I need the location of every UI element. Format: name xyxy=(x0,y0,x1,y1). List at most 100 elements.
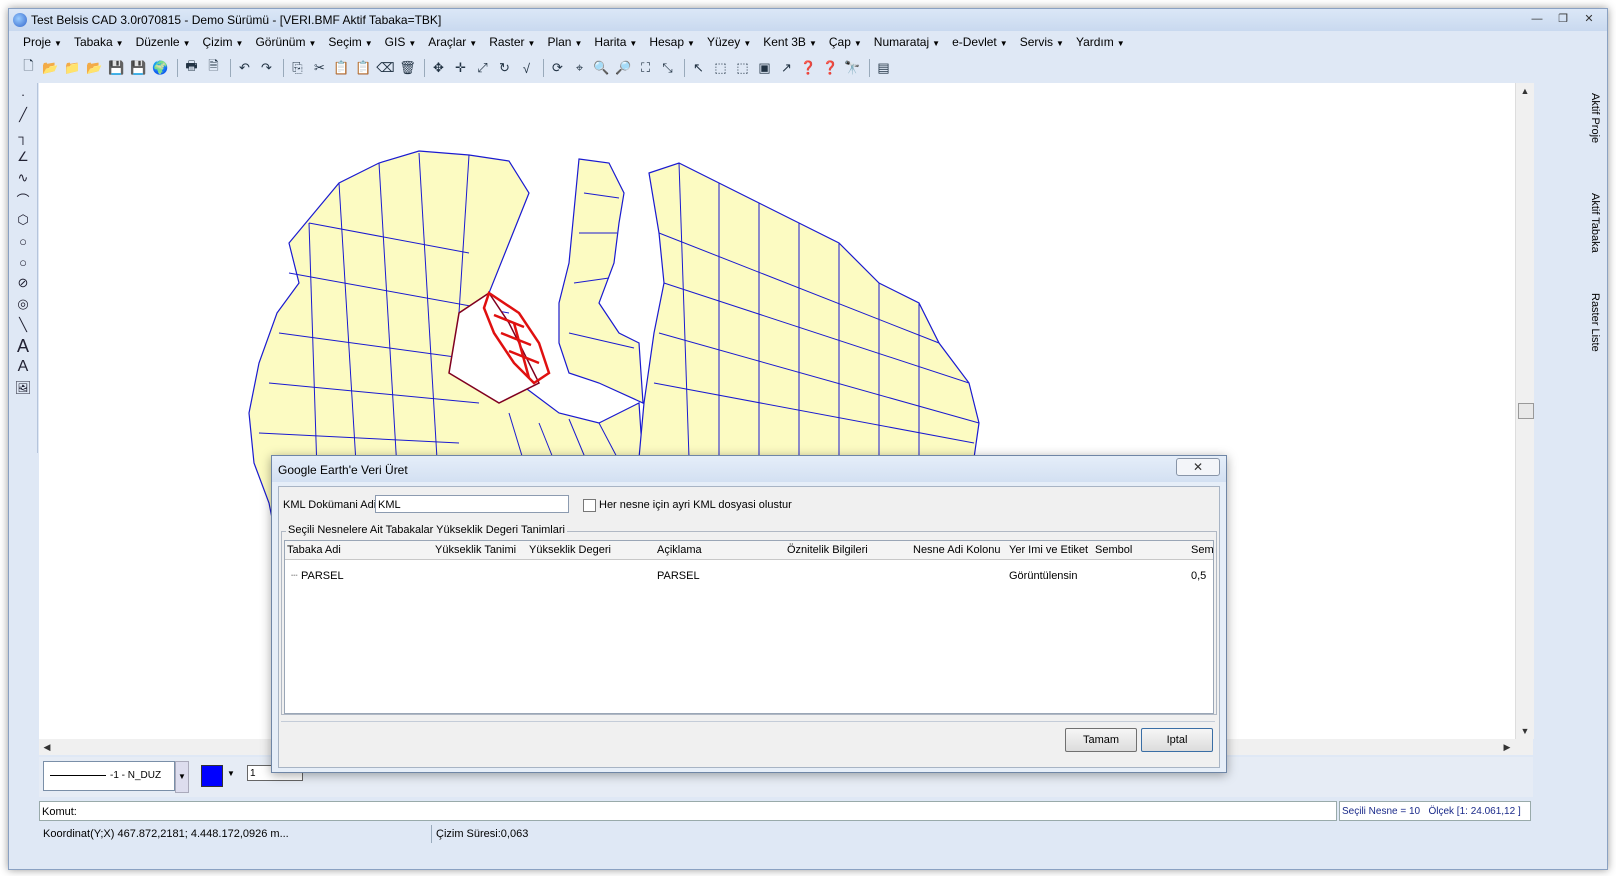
paste-icon[interactable]: 📋 xyxy=(332,59,351,78)
google-earth-icon[interactable]: 🌍 xyxy=(151,59,170,78)
tab-raster-liste[interactable]: Raster Liste xyxy=(1585,293,1605,352)
tab-aktif-tabaka[interactable]: Aktif Tabaka xyxy=(1585,193,1605,253)
vertical-scrollbar[interactable]: ▲ ▼ xyxy=(1515,83,1534,739)
col-nesne-adi[interactable]: Nesne Adi Kolonu xyxy=(913,541,1000,559)
col-yukseklik-degeri[interactable]: Yükseklik Degeri xyxy=(529,541,611,559)
cancel-button[interactable]: Iptal xyxy=(1141,728,1213,752)
col-oznitelik[interactable]: Öznitelik Bilgileri xyxy=(787,541,868,559)
pan-icon[interactable]: ⌖ xyxy=(570,59,589,78)
open-folder-icon[interactable]: 📂 xyxy=(41,59,60,78)
save-icon[interactable]: 💾 xyxy=(107,59,126,78)
check-icon[interactable]: √ xyxy=(517,59,536,78)
zoom-extents-icon[interactable]: ⤡ xyxy=(658,59,677,78)
select-all-icon[interactable]: ▣ xyxy=(755,59,774,78)
menu-gorunum[interactable]: Görünüm ▼ xyxy=(249,34,322,52)
help-icon[interactable]: ❓ xyxy=(799,59,818,78)
ellipse-icon[interactable]: ◎ xyxy=(11,294,35,314)
menu-edevlet[interactable]: e-Devlet ▼ xyxy=(946,34,1014,52)
col-yer-imi[interactable]: Yer Imi ve Etiket xyxy=(1009,541,1088,559)
circle-radius-icon[interactable]: ⊘ xyxy=(11,273,35,293)
menu-harita[interactable]: Harita ▼ xyxy=(588,34,643,52)
delete-icon[interactable]: 🗑 xyxy=(398,59,417,78)
select-window-icon[interactable]: ⬚ xyxy=(711,59,730,78)
col-sembol-2[interactable]: Sembo xyxy=(1191,541,1213,559)
minimize-button[interactable]: — xyxy=(1525,11,1549,27)
copy-move-icon[interactable]: ✛ xyxy=(451,59,470,78)
zoom-out-icon[interactable]: 🔎 xyxy=(614,59,633,78)
restore-button[interactable]: ❐ xyxy=(1551,11,1575,27)
copy-icon[interactable]: ⎘ xyxy=(288,59,307,78)
circle-3p-icon[interactable]: ○ xyxy=(11,252,35,272)
scroll-down-icon[interactable]: ▼ xyxy=(1517,723,1533,739)
scroll-thumb[interactable] xyxy=(1518,403,1534,419)
color-swatch[interactable] xyxy=(201,765,223,787)
text-icon[interactable]: A xyxy=(11,336,35,356)
line-icon[interactable]: ╱ xyxy=(11,105,35,125)
app-icon[interactable] xyxy=(13,13,27,27)
col-sembol[interactable]: Sembol xyxy=(1095,541,1132,559)
import-icon[interactable]: 📂 xyxy=(85,59,104,78)
point-icon[interactable]: · xyxy=(11,84,35,104)
menu-raster[interactable]: Raster ▼ xyxy=(483,34,541,52)
scroll-left-icon[interactable]: ◀ xyxy=(39,739,55,755)
redo-icon[interactable]: ↷ xyxy=(257,59,276,78)
color-dropdown-icon[interactable]: ▼ xyxy=(227,769,235,778)
scale-icon[interactable]: ⤢ xyxy=(473,59,492,78)
col-yukseklik-tanimi[interactable]: Yükseklik Tanimi xyxy=(435,541,516,559)
table-row[interactable]: ┄ PARSEL PARSEL Görüntülensin 0,5 xyxy=(285,567,1213,585)
menu-tabaka[interactable]: Tabaka ▼ xyxy=(68,34,130,52)
menu-servis[interactable]: Servis ▼ xyxy=(1014,34,1070,52)
menu-duzenle[interactable]: Düzenle ▼ xyxy=(130,34,197,52)
linetype-dropdown-icon[interactable]: ▼ xyxy=(175,761,189,793)
kml-name-input[interactable]: KML xyxy=(375,495,569,513)
polyline-icon[interactable]: ┐ xyxy=(11,126,35,146)
menu-hesap[interactable]: Hesap ▼ xyxy=(643,34,701,52)
select-pick-icon[interactable]: ↗ xyxy=(777,59,796,78)
col-tabaka-adi[interactable]: Tabaka Adi xyxy=(287,541,341,559)
linetype-select[interactable]: -1 - N_DUZ xyxy=(43,761,175,791)
tab-aktif-proje[interactable]: Aktif Proje xyxy=(1585,93,1605,143)
menu-cap[interactable]: Çap ▼ xyxy=(823,34,868,52)
properties-icon[interactable]: ▤ xyxy=(874,59,893,78)
zoom-window-icon[interactable]: ⛶ xyxy=(636,59,655,78)
select-cross-icon[interactable]: ⬚ xyxy=(733,59,752,78)
circle-icon[interactable]: ○ xyxy=(11,231,35,251)
new-file-icon[interactable]: 🗋 xyxy=(19,58,38,78)
image-icon[interactable]: 🖼 xyxy=(11,378,35,398)
menu-yardim[interactable]: Yardım ▼ xyxy=(1070,34,1131,52)
dialog-close-button[interactable]: ✕ xyxy=(1176,458,1220,476)
print-icon[interactable]: 🖶 xyxy=(182,58,201,78)
command-line[interactable]: Komut: xyxy=(39,801,1337,821)
menu-kent3b[interactable]: Kent 3B ▼ xyxy=(757,34,823,52)
polygon-icon[interactable]: ⬡ xyxy=(11,210,35,230)
open-project-icon[interactable]: 📁 xyxy=(63,59,82,78)
menu-yuzey[interactable]: Yüzey ▼ xyxy=(701,34,757,52)
menu-araclar[interactable]: Araçlar ▼ xyxy=(422,34,483,52)
context-help-icon[interactable]: ❓ xyxy=(821,59,840,78)
hatch-icon[interactable]: ╲ xyxy=(11,315,35,335)
menu-gis[interactable]: GIS ▼ xyxy=(379,34,423,52)
close-button[interactable]: ✕ xyxy=(1577,11,1601,27)
print-preview-icon[interactable]: 🗎 xyxy=(204,58,223,78)
text-outline-icon[interactable]: A xyxy=(11,357,35,377)
separate-kml-checkbox[interactable] xyxy=(583,499,596,512)
menu-plan[interactable]: Plan ▼ xyxy=(541,34,588,52)
menu-numarataj[interactable]: Numarataj ▼ xyxy=(868,34,946,52)
cut-icon[interactable]: ✂ xyxy=(310,59,329,78)
angle-line-icon[interactable]: ∠ xyxy=(11,147,35,167)
select-arrow-icon[interactable]: ↖ xyxy=(689,59,708,78)
eraser-icon[interactable]: ⌫ xyxy=(376,59,395,78)
refresh-icon[interactable]: ⟳ xyxy=(548,59,567,78)
menu-cizim[interactable]: Çizim ▼ xyxy=(197,34,250,52)
menu-secim[interactable]: Seçim ▼ xyxy=(322,34,378,52)
ok-button[interactable]: Tamam xyxy=(1065,728,1137,752)
col-aciklama[interactable]: Açiklama xyxy=(657,541,702,559)
save-as-icon[interactable]: 💾 xyxy=(129,59,148,78)
layer-grid[interactable]: Tabaka Adi Yükseklik Tanimi Yükseklik De… xyxy=(284,540,1214,714)
rotate-icon[interactable]: ↻ xyxy=(495,59,514,78)
find-icon[interactable]: 🔭 xyxy=(843,59,862,78)
arc-icon[interactable]: ⌒ xyxy=(11,189,35,209)
scroll-up-icon[interactable]: ▲ xyxy=(1517,83,1533,99)
zoom-in-icon[interactable]: 🔍 xyxy=(592,59,611,78)
curve-icon[interactable]: ∿ xyxy=(11,168,35,188)
